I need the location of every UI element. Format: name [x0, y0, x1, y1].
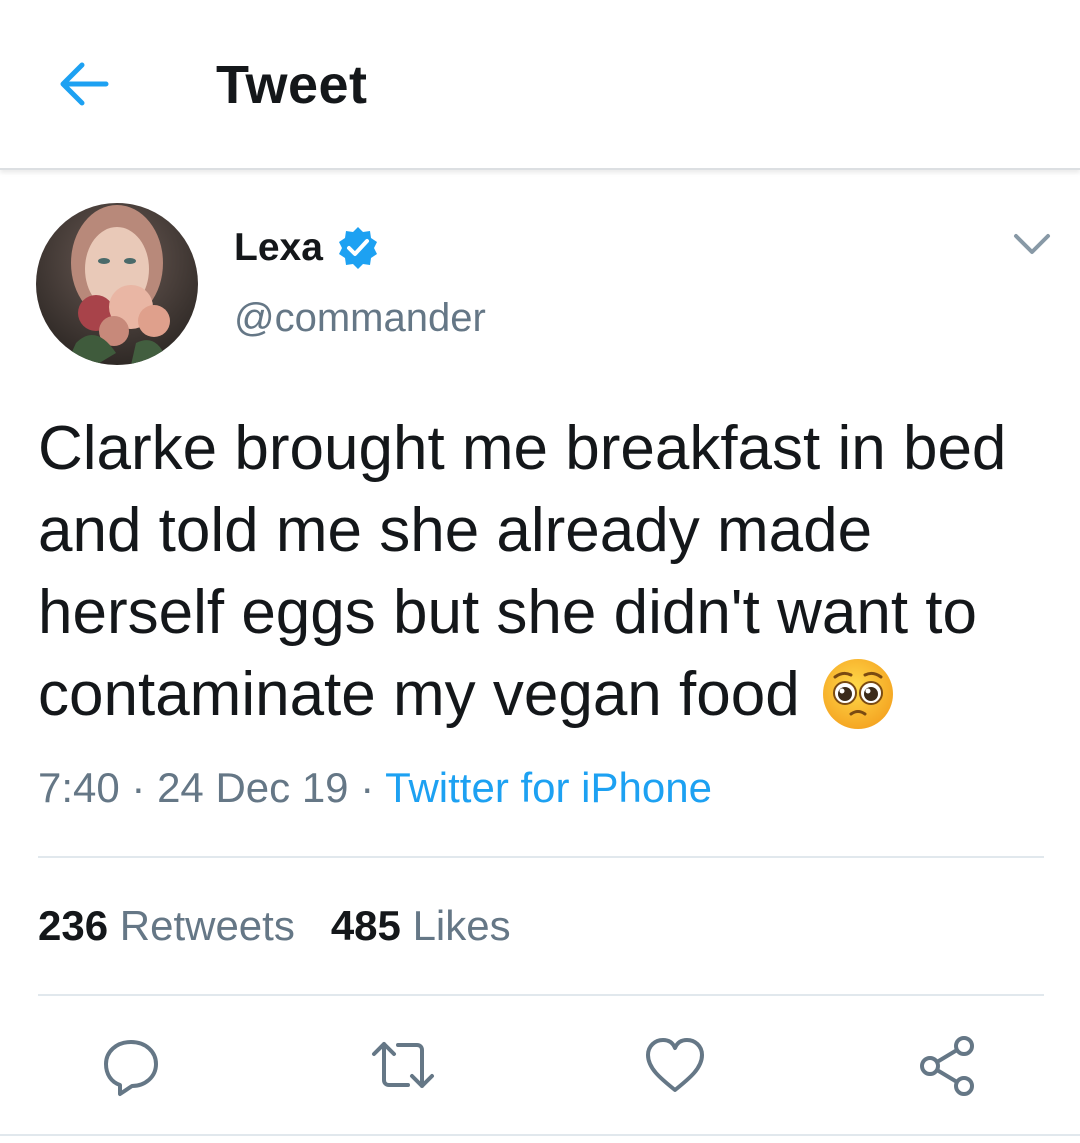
author-name: Lexa [234, 226, 323, 269]
share-icon[interactable] [912, 1030, 982, 1100]
verified-badge-icon [338, 227, 377, 269]
likes-stat[interactable]: 485 Likes [331, 902, 511, 949]
chevron-down-icon[interactable] [1010, 226, 1054, 262]
divider [38, 856, 1044, 858]
author-handle: @commander [234, 296, 486, 340]
divider [38, 994, 1044, 996]
reply-icon[interactable] [96, 1030, 166, 1100]
retweets-stat[interactable]: 236 Retweets [38, 902, 295, 949]
retweet-count: 236 [38, 902, 109, 949]
top-bar: Tweet [0, 0, 1080, 170]
tweet-meta: 7:40 · 24 Dec 19 · Twitter for iPhone [38, 764, 712, 812]
tweet-stats: 236 Retweets 485 Likes [38, 902, 511, 950]
retweet-label: Retweets [119, 902, 295, 949]
bottom-border [0, 1134, 1080, 1136]
like-label: Likes [412, 902, 511, 949]
pleading-face-emoji-icon [822, 659, 893, 729]
like-count: 485 [330, 902, 401, 949]
tweet-source-link[interactable]: Twitter for iPhone [385, 764, 712, 811]
avatar[interactable] [36, 203, 198, 365]
arrow-left-icon[interactable] [52, 52, 116, 116]
meta-separator: · [119, 764, 158, 811]
meta-separator: · [348, 764, 386, 811]
tweet-date: 24 Dec 19 [157, 764, 349, 811]
retweet-icon[interactable] [368, 1030, 438, 1100]
like-icon[interactable] [640, 1030, 710, 1100]
tweet-text: Clarke brought me breakfast in bed and t… [38, 408, 1058, 736]
page-title: Tweet [216, 55, 368, 115]
author-name-row[interactable]: Lexa [234, 222, 381, 274]
tweet-time: 7:40 [38, 764, 120, 811]
